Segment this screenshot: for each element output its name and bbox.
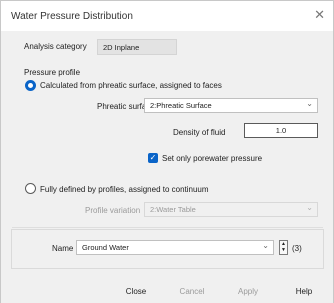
analysis-category-value: 2D Inplane bbox=[97, 39, 177, 55]
window-title: Water Pressure Distribution bbox=[11, 11, 133, 22]
analysis-category-label: Analysis category bbox=[24, 42, 87, 51]
name-stepper[interactable]: ▲ ▼ bbox=[279, 240, 288, 255]
name-value: Ground Water bbox=[82, 243, 129, 252]
name-group: Name Ground Water ⌄ ▲ ▼ (3) bbox=[11, 229, 324, 269]
check-icon: ✓ bbox=[149, 153, 157, 162]
porewater-checkbox[interactable]: ✓ bbox=[148, 153, 158, 163]
profile-variation-label: Profile variation bbox=[85, 206, 141, 215]
porewater-checkbox-label: Set only porewater pressure bbox=[162, 154, 263, 163]
name-select[interactable]: Ground Water ⌄ bbox=[76, 240, 274, 255]
profile-variation-value: 2:Water Table bbox=[150, 205, 196, 214]
pressure-profile-heading: Pressure profile bbox=[24, 68, 81, 77]
radio-phreatic-surface[interactable] bbox=[25, 80, 36, 91]
help-button[interactable]: Help bbox=[278, 281, 330, 300]
button-bar: Close Cancel Apply Help bbox=[1, 279, 333, 303]
radio-profiles[interactable] bbox=[25, 183, 36, 194]
name-count: (3) bbox=[292, 244, 302, 253]
phreatic-surface-select[interactable]: 2:Phreatic Surface ⌄ bbox=[144, 98, 318, 113]
cancel-button[interactable]: Cancel bbox=[166, 281, 218, 300]
chevron-down-icon: ⌄ bbox=[306, 203, 313, 212]
close-button[interactable]: Close bbox=[110, 281, 162, 300]
water-pressure-dialog: Water Pressure Distribution ✕ Analysis c… bbox=[0, 0, 334, 303]
name-label: Name bbox=[52, 244, 74, 253]
title-bar: Water Pressure Distribution ✕ bbox=[1, 1, 333, 31]
radio-profiles-label: Fully defined by profiles, assigned to c… bbox=[40, 185, 209, 194]
density-of-fluid-label: Density of fluid bbox=[173, 128, 226, 137]
apply-button[interactable]: Apply bbox=[222, 281, 274, 300]
chevron-down-icon: ⌄ bbox=[306, 99, 313, 108]
density-of-fluid-input[interactable]: 1.0 bbox=[244, 123, 318, 138]
divider bbox=[12, 227, 323, 228]
radio-phreatic-surface-label: Calculated from phreatic surface, assign… bbox=[40, 81, 222, 90]
stepper-down-icon[interactable]: ▼ bbox=[281, 248, 286, 253]
close-icon[interactable]: ✕ bbox=[314, 8, 325, 22]
profile-variation-select[interactable]: 2:Water Table ⌄ bbox=[144, 202, 318, 217]
chevron-down-icon: ⌄ bbox=[262, 241, 269, 250]
phreatic-surface-value: 2:Phreatic Surface bbox=[150, 101, 212, 110]
